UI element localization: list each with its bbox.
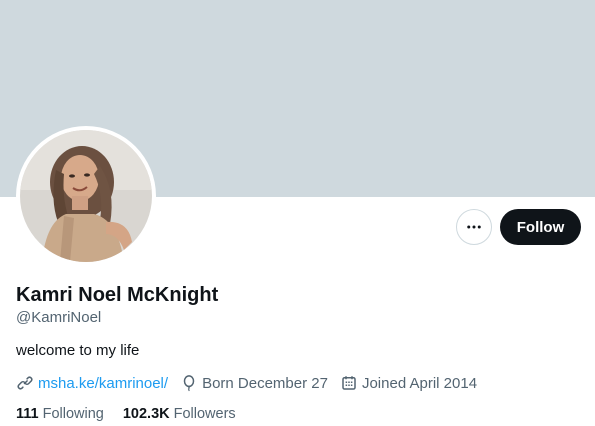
followers-link[interactable]: 102.3K Followers — [123, 406, 236, 422]
avatar[interactable] — [20, 130, 152, 262]
followers-count: 102.3K — [122, 406, 170, 422]
birthday-item: Born December 27 — [180, 374, 328, 392]
calendar-icon — [342, 376, 356, 390]
joined-text: Joined April 2014 — [361, 374, 478, 392]
follow-button[interactable]: Follow — [500, 209, 581, 245]
avatar-container[interactable] — [16, 126, 156, 266]
website-link[interactable]: msha.ke/kamrinoel/ — [38, 375, 168, 392]
following-label: Following — [42, 406, 104, 422]
more-horizontal-icon — [467, 225, 481, 229]
profile-handle: @KamriNoel — [16, 309, 102, 326]
followers-label: Followers — [173, 406, 236, 422]
following-link[interactable]: 111 Following — [16, 406, 104, 422]
link-icon — [17, 376, 33, 390]
following-count: 111 — [16, 406, 39, 422]
joined-item: Joined April 2014 — [340, 374, 477, 392]
profile-meta: msha.ke/kamrinoel/ Born December 27 Join… — [16, 372, 489, 394]
birthday-text: Born December 27 — [202, 374, 328, 392]
display-name: Kamri Noel McKnight — [16, 284, 219, 306]
website-item: msha.ke/kamrinoel/ — [16, 374, 168, 392]
profile-stats: 111 Following 102.3K Followers — [16, 404, 255, 424]
profile-bio: welcome to my life — [16, 342, 140, 359]
more-options-button[interactable] — [456, 209, 492, 245]
balloon-icon — [183, 375, 195, 392]
